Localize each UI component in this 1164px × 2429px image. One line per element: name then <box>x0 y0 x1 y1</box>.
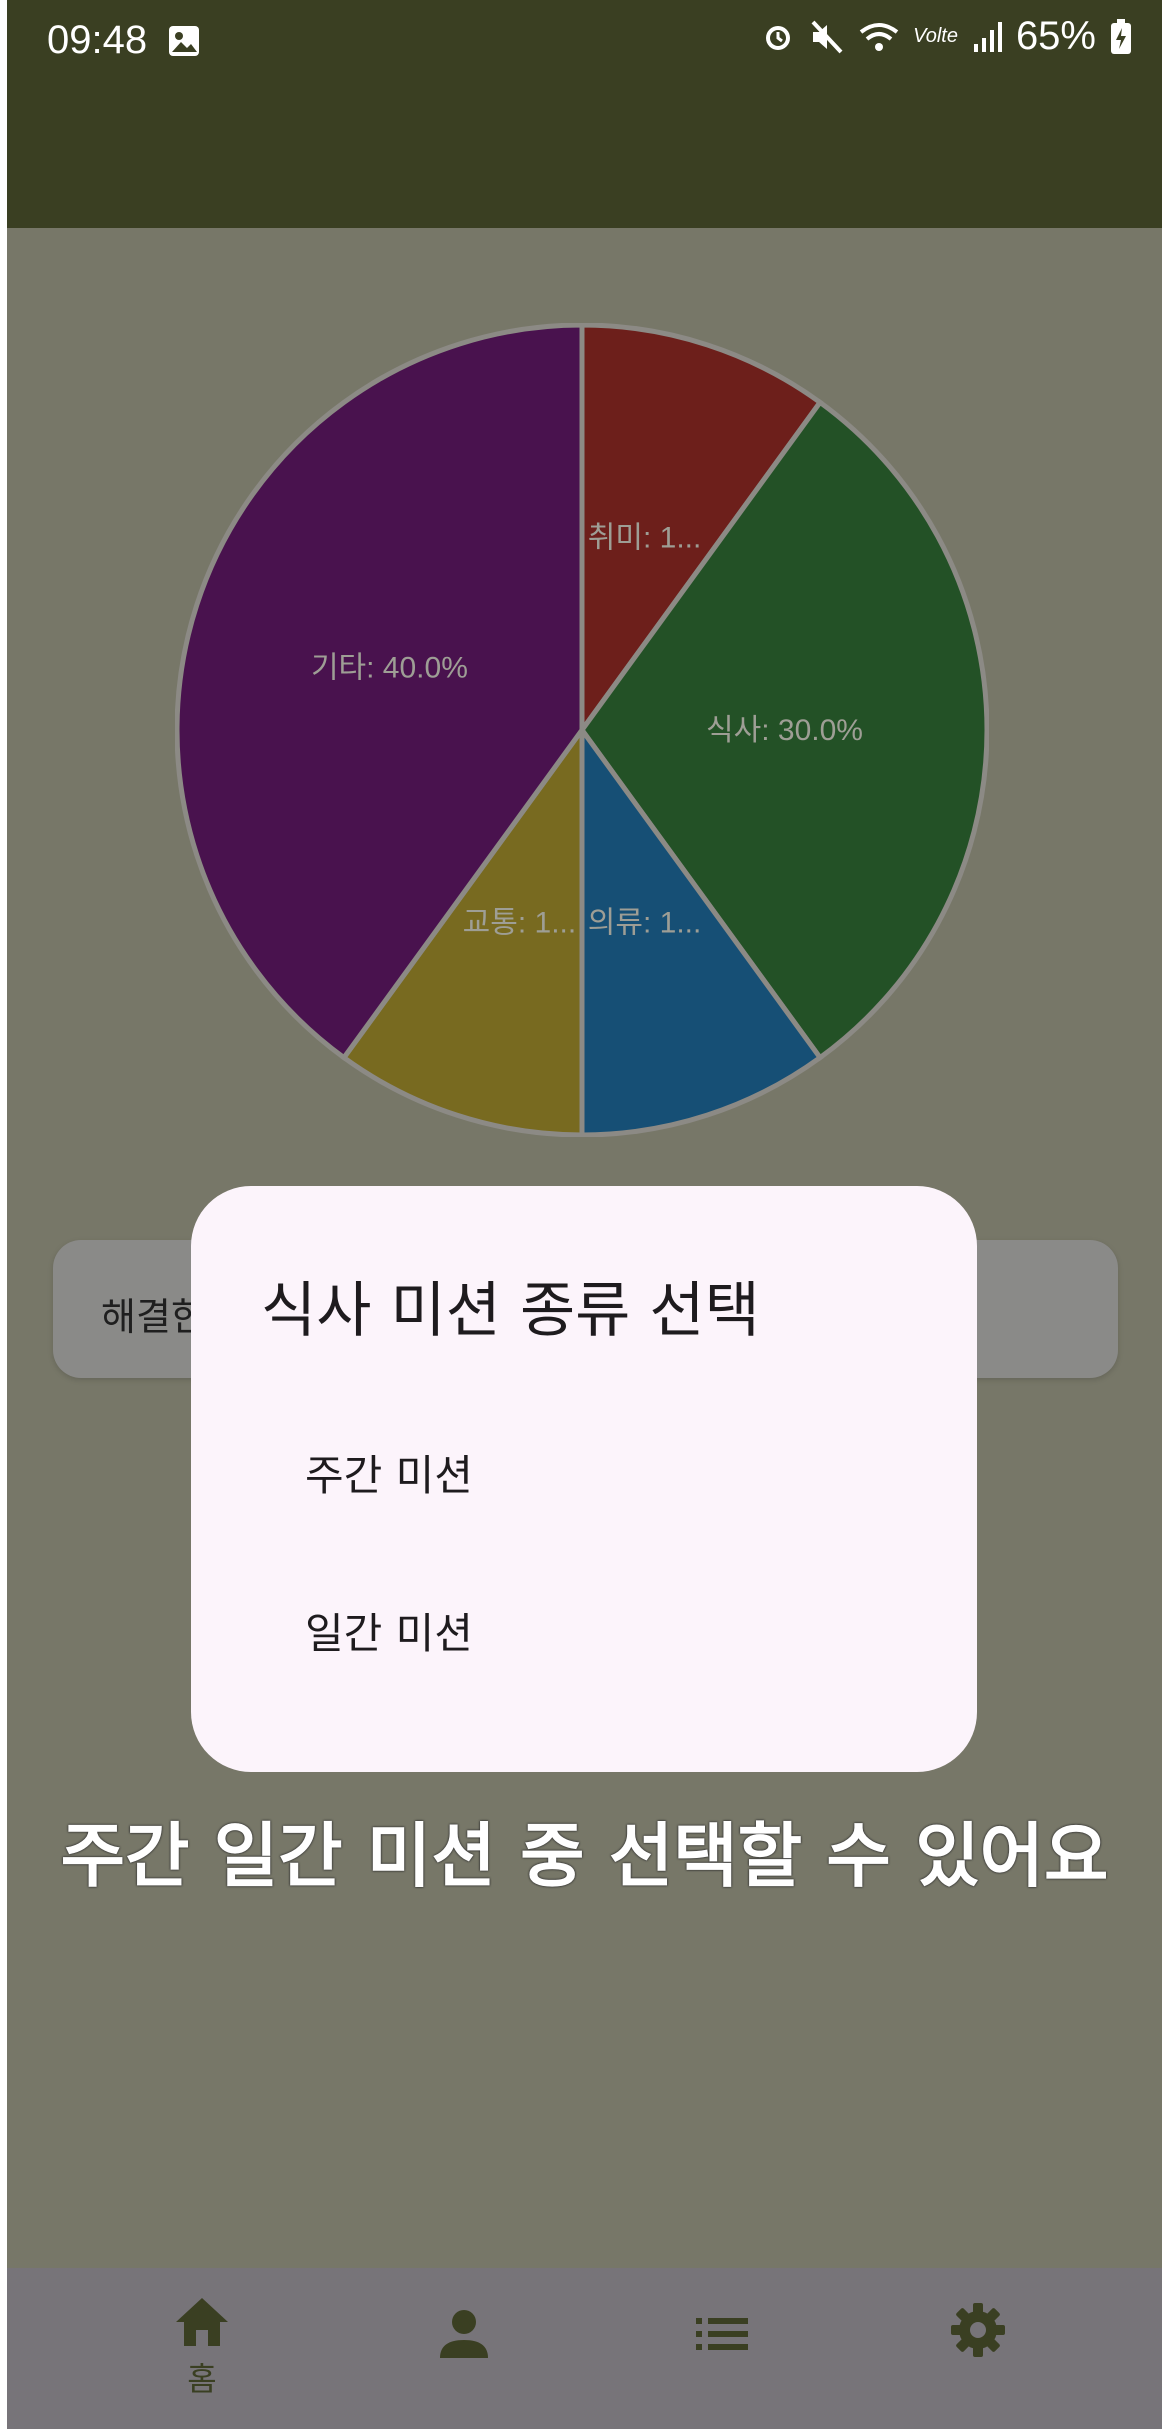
pie-chart: 취미: 1... 식사: 30.0% 의류: 1... 교통: 1... 기타: 40.… <box>175 323 989 1137</box>
battery-percent: 65% <box>1015 14 1096 58</box>
signal-icon <box>972 20 1002 54</box>
nav-item-home[interactable]: 홈 <box>142 2268 262 2429</box>
status-icons: Volte 65% <box>761 14 1132 59</box>
app-screen: 09:48 Volte 65% 취미: 1... 식사: 30.0% 의류: 1… <box>7 0 1162 2429</box>
battery-icon <box>1110 18 1132 55</box>
daily-mission-option[interactable]: 일간 미션 <box>305 1600 473 1661</box>
home-content: 취미: 1... 식사: 30.0% 의류: 1... 교통: 1... 기타: 40.… <box>7 228 1162 2429</box>
weekly-mission-option[interactable]: 주간 미션 <box>305 1442 473 1503</box>
status-time: 09:48 <box>47 18 148 62</box>
person-icon <box>438 2296 490 2364</box>
nav-label-home: 홈 <box>187 2360 217 2398</box>
mute-icon <box>809 20 845 54</box>
pie-label-4: 기타: 40.0% <box>311 651 468 684</box>
nav-item-profile[interactable] <box>404 2268 524 2429</box>
dialog-title: 식사 미션 종류 선택 <box>261 1276 760 1346</box>
alarm-icon <box>761 20 795 54</box>
pie-label-0: 취미: 1... <box>588 521 702 554</box>
home-icon <box>174 2296 230 2352</box>
nav-item-list[interactable] <box>662 2268 782 2429</box>
bottom-navigation: 홈 <box>7 2268 1162 2429</box>
nav-item-settings[interactable] <box>918 2268 1038 2429</box>
gear-icon <box>950 2296 1006 2362</box>
pie-label-2: 의류: 1... <box>588 907 702 940</box>
mission-type-dialog: 식사 미션 종류 선택 주간 미션 일간 미션 <box>191 1186 977 1772</box>
wifi-icon <box>859 20 899 54</box>
volte-icon: Volte <box>913 25 958 47</box>
image-notification-icon <box>167 24 201 58</box>
status-bar: 09:48 Volte 65% <box>7 0 1162 228</box>
pie-label-1: 식사: 30.0% <box>706 714 863 747</box>
list-icon <box>694 2296 750 2358</box>
caption-text: 주간 일간 미션 중 선택할 수 있어요 <box>60 1815 1109 1897</box>
pie-label-3: 교통: 1... <box>463 907 577 940</box>
